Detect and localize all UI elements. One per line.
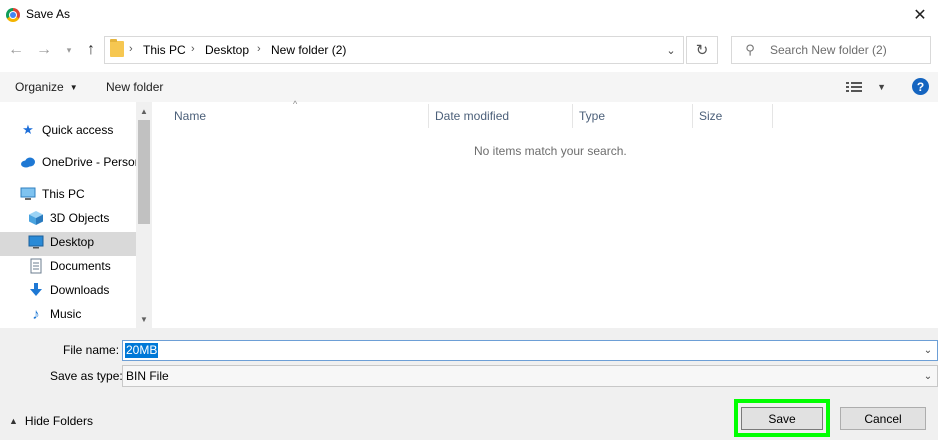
sidebar-item-this-pc[interactable]: This PC bbox=[20, 182, 85, 206]
breadcrumb-desktop[interactable]: Desktop bbox=[205, 43, 249, 57]
breadcrumb-new-folder[interactable]: New folder (2) bbox=[271, 43, 346, 57]
cloud-icon bbox=[20, 155, 36, 169]
help-icon[interactable]: ? bbox=[912, 78, 929, 95]
forward-arrow-icon[interactable]: → bbox=[34, 38, 54, 62]
cancel-button[interactable]: Cancel bbox=[840, 407, 926, 430]
save-as-type-label: Save as type: bbox=[50, 369, 123, 383]
chevron-up-icon: ▲ bbox=[9, 416, 18, 426]
sidebar-item-label: This PC bbox=[42, 187, 85, 201]
save-button-highlight bbox=[734, 399, 830, 437]
document-icon bbox=[28, 258, 44, 274]
breadcrumb-separator-icon: › bbox=[129, 43, 133, 55]
change-view-button[interactable]: ▼ bbox=[846, 77, 886, 97]
window-title: Save As bbox=[26, 7, 71, 21]
sidebar-item-label: Desktop bbox=[50, 235, 95, 249]
sidebar-item-music[interactable]: ♪ Music bbox=[28, 302, 81, 326]
address-dropdown-icon[interactable]: ⌄ bbox=[660, 37, 682, 63]
sidebar-item-quick-access[interactable]: ★ Quick access bbox=[20, 118, 113, 142]
sidebar-item-label: 3D Objects bbox=[50, 211, 110, 225]
sidebar-item-label: Documents bbox=[50, 259, 111, 273]
back-arrow-icon[interactable]: ← bbox=[6, 38, 26, 62]
chevron-down-icon: ▼ bbox=[877, 82, 886, 92]
sidebar-item-documents[interactable]: Documents bbox=[28, 254, 111, 278]
breadcrumb-separator-icon: › bbox=[257, 43, 261, 55]
desktop-icon bbox=[28, 235, 44, 249]
sidebar-item-label: OneDrive - Persor bbox=[42, 155, 136, 169]
organize-button[interactable]: Organize ▼ bbox=[8, 75, 85, 99]
hide-folders-label: Hide Folders bbox=[24, 414, 93, 428]
chevron-down-icon[interactable]: ⌄ bbox=[918, 366, 938, 387]
column-header-type[interactable]: Type bbox=[573, 104, 693, 128]
save-as-type-value: BIN File bbox=[126, 369, 169, 383]
breadcrumb-separator-icon: › bbox=[191, 43, 195, 55]
refresh-icon[interactable]: ↻ bbox=[686, 36, 718, 64]
title-bar bbox=[0, 0, 938, 30]
organize-label: Organize bbox=[15, 80, 64, 94]
scroll-up-icon[interactable]: ▲ bbox=[136, 104, 152, 118]
column-header-size[interactable]: Size bbox=[693, 104, 773, 128]
details-view-icon bbox=[846, 82, 862, 92]
computer-icon bbox=[20, 187, 36, 201]
chevron-down-icon: ▼ bbox=[69, 82, 78, 92]
recent-locations-chevron-icon[interactable]: ▾ bbox=[62, 38, 76, 62]
column-header-name[interactable]: Name bbox=[168, 104, 429, 128]
star-icon: ★ bbox=[22, 122, 34, 137]
chrome-app-icon bbox=[6, 8, 20, 22]
file-name-label: File name: bbox=[63, 343, 120, 357]
column-header-date-modified[interactable]: Date modified bbox=[429, 104, 573, 128]
sidebar-item-downloads[interactable]: Downloads bbox=[28, 278, 109, 302]
music-icon: ♪ bbox=[32, 305, 40, 323]
sidebar-item-label: Downloads bbox=[50, 283, 110, 297]
download-icon bbox=[28, 283, 44, 297]
search-icon: ⚲ bbox=[745, 42, 755, 57]
sidebar-item-3d-objects[interactable]: 3D Objects bbox=[28, 206, 109, 230]
file-name-selected-text[interactable]: 20MB bbox=[125, 343, 159, 358]
save-as-type-select[interactable] bbox=[122, 365, 938, 387]
sidebar-item-onedrive[interactable]: OneDrive - Persor bbox=[20, 150, 136, 174]
empty-folder-message: No items match your search. bbox=[474, 144, 627, 158]
close-button[interactable]: ✕ bbox=[902, 0, 938, 30]
sidebar-item-desktop[interactable]: Desktop bbox=[28, 230, 94, 254]
file-name-input[interactable] bbox=[122, 340, 938, 361]
search-placeholder: Search New folder (2) bbox=[770, 43, 887, 57]
folder-icon bbox=[110, 39, 124, 57]
scroll-down-icon[interactable]: ▼ bbox=[136, 312, 152, 326]
new-folder-button[interactable]: New folder bbox=[100, 75, 169, 99]
sidebar-item-label: Quick access bbox=[42, 123, 114, 137]
nav-scroll-thumb[interactable] bbox=[138, 120, 150, 224]
hide-folders-button[interactable]: ▲ Hide Folders bbox=[9, 414, 93, 428]
breadcrumb-this-pc[interactable]: This PC bbox=[143, 43, 186, 57]
cube-icon bbox=[28, 211, 44, 225]
sidebar-item-label: Music bbox=[50, 307, 82, 321]
chevron-down-icon[interactable]: ⌄ bbox=[918, 340, 938, 361]
up-arrow-icon[interactable]: ↑ bbox=[80, 38, 102, 62]
